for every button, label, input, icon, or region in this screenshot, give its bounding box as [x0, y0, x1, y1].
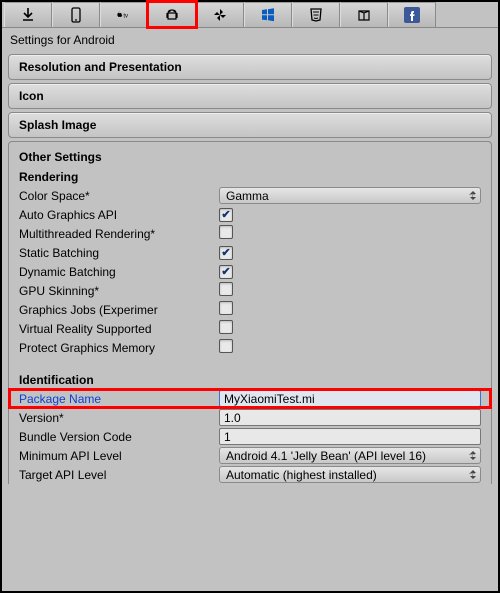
color-space-dropdown[interactable]: Gamma [219, 187, 481, 204]
download-icon [20, 7, 36, 23]
tab-webgl[interactable] [292, 2, 340, 27]
auto-gfx-checkbox[interactable] [219, 208, 233, 222]
tab-facebook[interactable] [388, 2, 436, 27]
section-resolution[interactable]: Resolution and Presentation [8, 54, 492, 80]
package-name-label: Package Name [19, 392, 219, 406]
gfx-jobs-checkbox[interactable] [219, 301, 233, 315]
tab-windows[interactable] [244, 2, 292, 27]
row-version: Version* [9, 408, 491, 427]
row-dyn-batch: Dynamic Batching [9, 262, 491, 281]
vr-label: Virtual Reality Supported [19, 322, 219, 336]
vr-checkbox[interactable] [219, 320, 233, 334]
tab-tizen[interactable] [196, 2, 244, 27]
tgt-api-value: Automatic (highest installed) [226, 468, 377, 482]
auto-gfx-label: Auto Graphics API [19, 208, 219, 222]
identification-title: Identification [19, 373, 481, 387]
tab-ios[interactable] [52, 2, 100, 27]
gpu-skin-checkbox[interactable] [219, 282, 233, 296]
tgt-api-label: Target API Level [19, 468, 219, 482]
row-color-space: Color Space* Gamma [9, 186, 491, 205]
row-protect-mem: Protect Graphics Memory [9, 338, 491, 357]
static-batch-checkbox[interactable] [219, 246, 233, 260]
row-min-api: Minimum API Level Android 4.1 'Jelly Bea… [9, 446, 491, 465]
settings-subtitle: Settings for Android [2, 28, 498, 51]
package-name-input[interactable] [219, 390, 481, 407]
tab-appletv[interactable]: tv [100, 2, 148, 27]
section-splash[interactable]: Splash Image [8, 112, 492, 138]
min-api-label: Minimum API Level [19, 449, 219, 463]
row-auto-gfx: Auto Graphics API [9, 205, 491, 224]
facebook-icon [404, 7, 420, 23]
other-settings-title[interactable]: Other Settings [19, 150, 481, 164]
row-bvc: Bundle Version Code [9, 427, 491, 446]
row-static-batch: Static Batching [9, 243, 491, 262]
gfx-jobs-label: Graphics Jobs (Experimer [19, 303, 219, 317]
color-space-value: Gamma [226, 189, 269, 203]
box-icon [356, 7, 372, 23]
tab-standalone[interactable] [4, 2, 52, 27]
pinwheel-icon [212, 7, 228, 23]
min-api-value: Android 4.1 'Jelly Bean' (API level 16) [226, 449, 426, 463]
row-gpu-skin: GPU Skinning* [9, 281, 491, 300]
protect-mem-checkbox[interactable] [219, 339, 233, 353]
tgt-api-dropdown[interactable]: Automatic (highest installed) [219, 466, 481, 483]
row-mt-render: Multithreaded Rendering* [9, 224, 491, 243]
rendering-title: Rendering [19, 170, 481, 184]
player-settings-panel: tv Settings for Android Resolution and P… [0, 0, 500, 593]
bvc-label: Bundle Version Code [19, 430, 219, 444]
tab-test[interactable] [340, 2, 388, 27]
dyn-batch-checkbox[interactable] [219, 265, 233, 279]
row-vr: Virtual Reality Supported [9, 319, 491, 338]
static-batch-label: Static Batching [19, 246, 219, 260]
phone-icon [68, 7, 84, 23]
row-gfx-jobs: Graphics Jobs (Experimer [9, 300, 491, 319]
appletv-icon: tv [116, 7, 132, 23]
mt-render-label: Multithreaded Rendering* [19, 227, 219, 241]
android-icon [164, 7, 180, 23]
row-package-name: Package Name [9, 389, 491, 408]
platform-tabstrip: tv [2, 2, 498, 28]
version-label: Version* [19, 411, 219, 425]
html5-icon [308, 7, 324, 23]
color-space-label: Color Space* [19, 189, 219, 203]
tab-android[interactable] [148, 2, 196, 27]
dyn-batch-label: Dynamic Batching [19, 265, 219, 279]
section-other-settings: Other Settings Rendering Color Space* Ga… [8, 141, 492, 484]
svg-text:tv: tv [123, 14, 128, 20]
version-input[interactable] [219, 409, 481, 426]
min-api-dropdown[interactable]: Android 4.1 'Jelly Bean' (API level 16) [219, 447, 481, 464]
section-icon[interactable]: Icon [8, 83, 492, 109]
mt-render-checkbox[interactable] [219, 225, 233, 239]
bvc-input[interactable] [219, 428, 481, 445]
gpu-skin-label: GPU Skinning* [19, 284, 219, 298]
windows-icon [260, 7, 276, 23]
row-tgt-api: Target API Level Automatic (highest inst… [9, 465, 491, 484]
protect-mem-label: Protect Graphics Memory [19, 341, 219, 355]
